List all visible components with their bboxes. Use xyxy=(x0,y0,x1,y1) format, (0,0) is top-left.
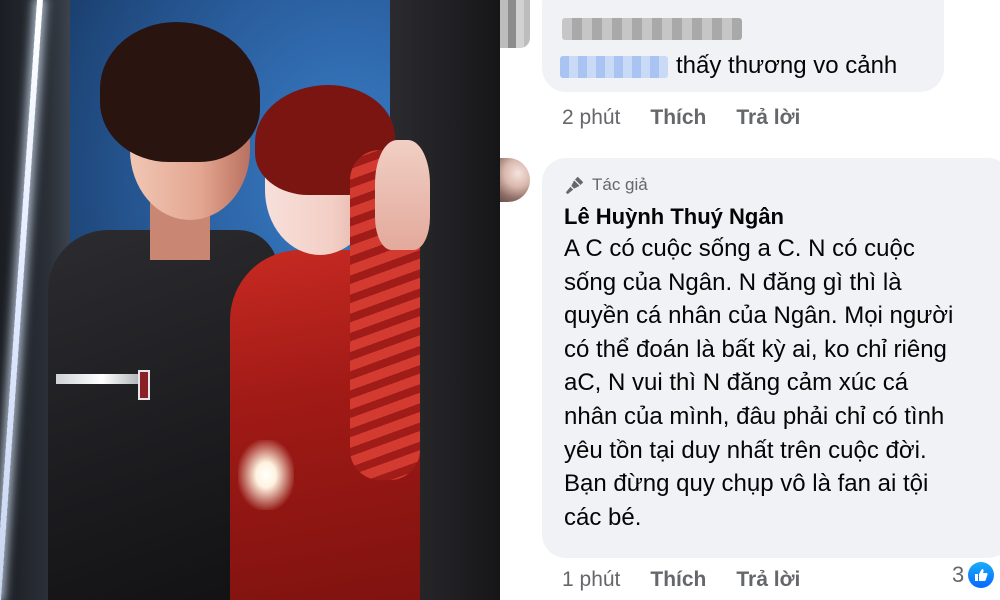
avatar[interactable] xyxy=(500,158,530,202)
comment-line: có thể đoán là bất kỳ ai, ko chỉ riêng xyxy=(564,335,947,363)
comment-line: Bạn đừng quy chụp vô là fan ai tội xyxy=(564,470,929,498)
avatar[interactable] xyxy=(500,0,530,48)
like-icon xyxy=(968,562,995,588)
comment-text: A C có cuộc sống a C. N có cuộc sống của… xyxy=(564,232,1000,534)
comment-bubble: thấy thương vo cảnh xyxy=(542,0,944,92)
comment-line: nhân của mình, đâu phải chỉ có tình xyxy=(564,402,945,430)
comment-line: yêu tồn tại duy nhất trên cuộc đời. xyxy=(564,436,927,464)
couple-photo xyxy=(0,0,500,600)
reply-button[interactable]: Trả lời xyxy=(736,568,800,592)
microphone-icon xyxy=(565,176,584,195)
comment-line: A C có cuộc sống a C. N có cuộc xyxy=(564,235,915,262)
comment-line: sống của Ngân. N đăng gì thì là xyxy=(564,268,902,296)
author-badge: Tác giả xyxy=(564,174,648,196)
comment-actions: 1 phút Thích Trả lời xyxy=(562,568,800,592)
reaction-count: 3 xyxy=(952,562,965,587)
comment-text: thấy thương vo cảnh xyxy=(676,52,898,79)
comment-bubble: Tác giả Lê Huỳnh Thuý Ngân A C có cuộc s… xyxy=(542,158,1000,558)
author-name[interactable]: Lê Huỳnh Thuý Ngân xyxy=(564,204,784,230)
comment-actions: 2 phút Thích Trả lời xyxy=(562,106,800,130)
comment-line: aC, N vui thì N đăng cảm xúc cá xyxy=(564,369,909,397)
like-button[interactable]: Thích xyxy=(650,568,706,592)
photo-woman-hand xyxy=(375,140,430,250)
comment-line: các bé. xyxy=(564,503,642,531)
author-badge-label: Tác giả xyxy=(592,175,648,194)
blurred-mention-tag xyxy=(560,56,668,78)
photo-light-glow xyxy=(238,440,294,510)
reply-button[interactable]: Trả lời xyxy=(736,106,800,130)
photo-sleeve-buckle xyxy=(138,370,150,400)
comment-time[interactable]: 1 phút xyxy=(562,568,620,592)
comment-line: quyền cá nhân của Ngân. Mọi người xyxy=(564,302,954,330)
comment-time[interactable]: 2 phút xyxy=(562,106,620,130)
photo-man-hair xyxy=(100,22,260,162)
blurred-author-name xyxy=(562,18,742,40)
photo-sleeve-band xyxy=(56,374,148,384)
comments-panel: thấy thương vo cảnh 2 phút Thích Trả lời… xyxy=(500,0,1000,600)
reaction-summary[interactable]: 3 xyxy=(952,562,995,588)
like-button[interactable]: Thích xyxy=(650,106,706,130)
